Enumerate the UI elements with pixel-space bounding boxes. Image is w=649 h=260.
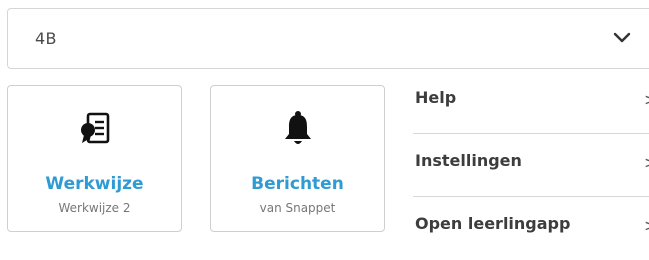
tile-berichten[interactable]: Berichten van Snappet bbox=[210, 85, 385, 232]
menu-item-instellingen[interactable]: Instellingen > bbox=[413, 134, 649, 197]
group-select[interactable]: 4B bbox=[7, 8, 649, 69]
menu-item-open-leerlingapp[interactable]: Open leerlingapp > bbox=[413, 197, 649, 260]
tile-werkwijze-subtitle: Werkwijze 2 bbox=[58, 201, 131, 215]
chevron-right-icon: > bbox=[644, 153, 649, 172]
tile-berichten-title: Berichten bbox=[251, 174, 344, 194]
chevron-right-icon: > bbox=[644, 90, 649, 109]
tile-werkwijze-title: Werkwijze bbox=[45, 174, 144, 194]
settings-menu: Help > Instellingen > Open leerlingapp > bbox=[413, 71, 649, 260]
chevron-down-icon bbox=[613, 32, 631, 43]
certificate-document-icon bbox=[80, 112, 109, 144]
tile-werkwijze[interactable]: Werkwijze Werkwijze 2 bbox=[7, 85, 182, 232]
bell-icon bbox=[284, 111, 311, 144]
menu-item-label: Help bbox=[415, 88, 457, 107]
group-select-value: 4B bbox=[35, 29, 57, 48]
menu-item-help[interactable]: Help > bbox=[413, 71, 649, 134]
menu-item-label: Open leerlingapp bbox=[415, 214, 571, 233]
menu-item-label: Instellingen bbox=[415, 151, 522, 170]
chevron-right-icon: > bbox=[644, 216, 649, 235]
tile-berichten-subtitle: van Snappet bbox=[259, 201, 336, 215]
